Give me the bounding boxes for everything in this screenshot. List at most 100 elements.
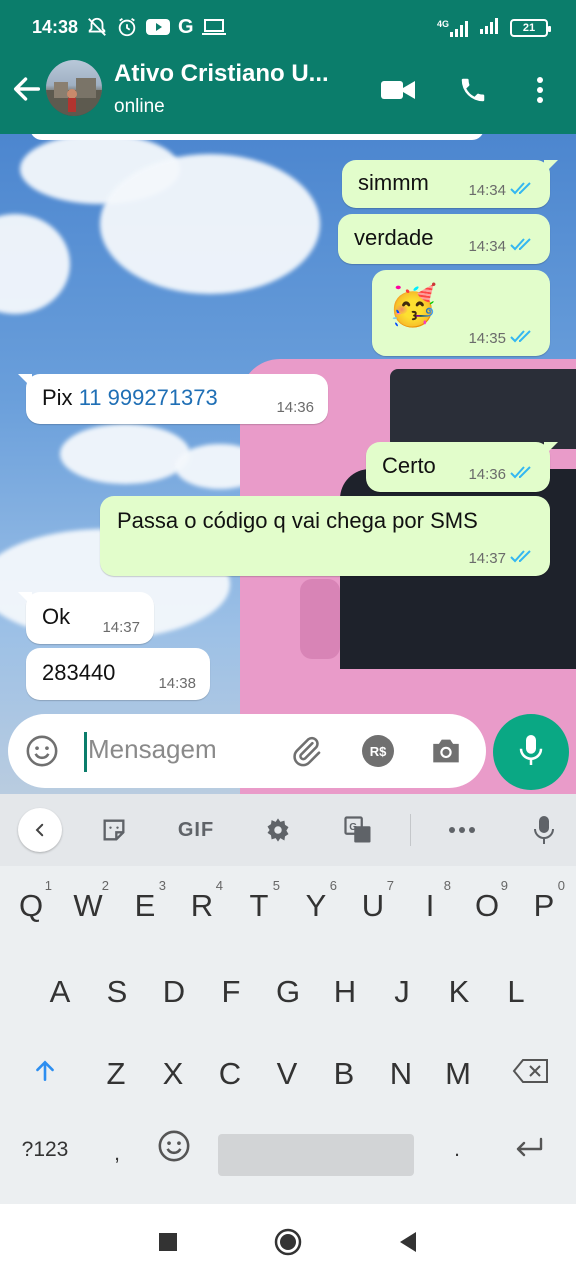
status-time: 14:38 xyxy=(32,17,79,37)
previous-message-peek xyxy=(30,134,484,140)
backspace-icon xyxy=(512,1056,550,1092)
key-w[interactable]: W2 xyxy=(61,876,115,936)
key-x[interactable]: X xyxy=(145,1044,201,1104)
read-ticks-icon xyxy=(510,328,536,348)
key-h[interactable]: H xyxy=(317,962,373,1022)
key-t[interactable]: T5 xyxy=(232,876,286,936)
translate-icon[interactable]: G xyxy=(342,812,374,848)
key-u[interactable]: U7 xyxy=(346,876,400,936)
payment-icon[interactable]: R$ xyxy=(360,733,396,769)
key-v[interactable]: V xyxy=(259,1044,315,1104)
key-o[interactable]: O9 xyxy=(460,876,514,936)
text-cursor xyxy=(84,732,87,772)
key-j[interactable]: J xyxy=(374,962,430,1022)
message-outgoing[interactable]: verdade 14:34 xyxy=(338,214,550,264)
read-ticks-icon xyxy=(510,548,536,568)
key-y[interactable]: Y6 xyxy=(289,876,343,936)
message-time: 14:35 xyxy=(468,329,506,347)
voice-call-icon[interactable] xyxy=(456,74,490,106)
settings-icon[interactable] xyxy=(262,812,294,848)
message-outgoing[interactable]: simmm 14:34 xyxy=(342,160,558,208)
message-text: Passa o código q vai chega por SMS xyxy=(117,508,478,533)
system-nav-bar xyxy=(0,1204,576,1280)
key-r[interactable]: R4 xyxy=(175,876,229,936)
message-incoming[interactable]: Ok 14:37 xyxy=(18,592,154,644)
key-z[interactable]: Z xyxy=(88,1044,144,1104)
symbols-key[interactable]: ?123 xyxy=(6,1120,84,1180)
message-text: Pix xyxy=(42,385,79,410)
status-left-icons: G xyxy=(86,16,226,38)
key-c[interactable]: C xyxy=(202,1044,258,1104)
chat-header: Ativo Cristiano U... online xyxy=(0,56,576,134)
emoji-icon[interactable] xyxy=(24,733,60,769)
status-bar: 14:38 G 4G 21 xyxy=(0,0,576,56)
video-call-icon[interactable] xyxy=(380,74,416,106)
chat-area[interactable]: simmm 14:34 verdade 14:34 🥳 14:35 Pix 11… xyxy=(0,134,576,794)
key-f[interactable]: F xyxy=(203,962,259,1022)
backspace-key[interactable] xyxy=(500,1044,562,1104)
back-arrow-icon[interactable] xyxy=(10,72,44,106)
chevron-left-icon[interactable] xyxy=(18,808,62,852)
more-vert-icon[interactable] xyxy=(530,74,550,106)
contact-name[interactable]: Ativo Cristiano U... xyxy=(114,60,329,88)
comma-key[interactable]: , xyxy=(90,1124,144,1184)
key-n[interactable]: N xyxy=(373,1044,429,1104)
key-d[interactable]: D xyxy=(146,962,202,1022)
back-triangle-icon[interactable] xyxy=(392,1226,424,1258)
phone-link[interactable]: 11 999271373 xyxy=(79,385,218,410)
key-k[interactable]: K xyxy=(431,962,487,1022)
message-outgoing[interactable]: Certo 14:36 xyxy=(366,442,558,492)
spacebar[interactable] xyxy=(218,1134,414,1176)
key-l[interactable]: L xyxy=(488,962,544,1022)
key-q[interactable]: Q1 xyxy=(4,876,58,936)
read-ticks-icon xyxy=(510,236,536,256)
shift-key[interactable] xyxy=(14,1044,76,1104)
gif-icon[interactable]: GIF xyxy=(176,812,216,848)
read-ticks-icon xyxy=(510,464,536,484)
mic-icon[interactable] xyxy=(528,812,560,848)
key-b[interactable]: B xyxy=(316,1044,372,1104)
recents-icon[interactable] xyxy=(152,1226,184,1258)
more-horiz-icon[interactable] xyxy=(446,812,478,848)
key-g[interactable]: G xyxy=(260,962,316,1022)
alarm-icon xyxy=(116,16,138,38)
camera-icon[interactable] xyxy=(428,733,464,769)
status-right-icons: 4G 21 xyxy=(437,16,551,39)
message-time: 14:34 xyxy=(468,237,506,255)
emoji-key[interactable] xyxy=(146,1120,202,1180)
message-input[interactable]: Mensagem xyxy=(88,734,217,765)
home-icon[interactable] xyxy=(272,1226,304,1258)
google-icon: G xyxy=(178,15,194,38)
key-m[interactable]: M xyxy=(430,1044,486,1104)
avatar[interactable] xyxy=(46,60,102,116)
key-a[interactable]: A xyxy=(32,962,88,1022)
message-outgoing[interactable]: 🥳 14:35 xyxy=(372,270,550,356)
payment-label: R$ xyxy=(362,735,394,767)
laptop-icon xyxy=(201,17,226,37)
app-header: 14:38 G 4G 21 Ativo Cristiano U... onlin… xyxy=(0,0,576,134)
signal-icon: 4G xyxy=(437,19,472,37)
message-time: 14:34 xyxy=(468,181,506,199)
attach-icon[interactable] xyxy=(288,733,324,769)
key-p[interactable]: P0 xyxy=(517,876,571,936)
message-text: Certo xyxy=(382,453,436,478)
key-i[interactable]: I8 xyxy=(403,876,457,936)
key-s[interactable]: S xyxy=(89,962,145,1022)
contact-status: online xyxy=(114,96,165,117)
sticker-icon[interactable] xyxy=(98,812,130,848)
key-e[interactable]: E3 xyxy=(118,876,172,936)
message-outgoing[interactable]: Passa o código q vai chega por SMS 14:37 xyxy=(100,496,550,576)
message-incoming[interactable]: 283440 14:38 xyxy=(26,648,210,700)
period-key[interactable]: . xyxy=(430,1120,484,1180)
message-time: 14:36 xyxy=(276,399,314,416)
battery-icon: 21 xyxy=(510,18,551,37)
mic-button[interactable] xyxy=(493,714,569,790)
mic-icon xyxy=(516,732,546,773)
enter-key[interactable] xyxy=(498,1120,560,1180)
message-time: 14:37 xyxy=(468,549,506,567)
message-text: simmm xyxy=(358,170,429,195)
svg-text:G: G xyxy=(349,822,357,833)
message-incoming[interactable]: Pix 11 999271373 14:36 xyxy=(18,374,328,424)
emoji-icon xyxy=(157,1129,191,1171)
notifications-off-icon xyxy=(86,16,108,38)
